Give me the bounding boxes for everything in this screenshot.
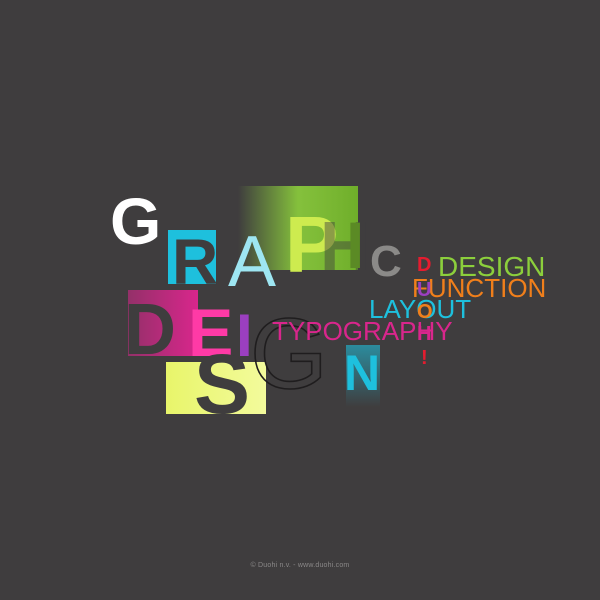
letter-r: R [172,226,218,298]
vertical-letter-d: D [417,254,431,276]
letter-n: N [344,345,380,401]
artwork-canvas: G R A P H I C D E S I G N DESIGN FUNCTIO… [0,0,600,600]
letter-d: D [124,290,176,370]
letter-a-outline: A [228,222,276,302]
letter-c: C [370,237,402,286]
vertical-letter-h: H [417,323,431,345]
letter-i: I [346,208,364,282]
vertical-letter-o: O [417,301,433,323]
vertical-letter-u: U [417,279,431,301]
footer-credit: © Duohi n.v. - www.duohi.com [250,562,350,569]
vertical-exclamation: ! [421,347,428,369]
typography-artwork: G R A P H I C D E S I G N DESIGN FUNCTIO… [110,184,546,431]
letter-g-white: G [110,184,161,258]
letter-g-outline: G [250,298,328,410]
